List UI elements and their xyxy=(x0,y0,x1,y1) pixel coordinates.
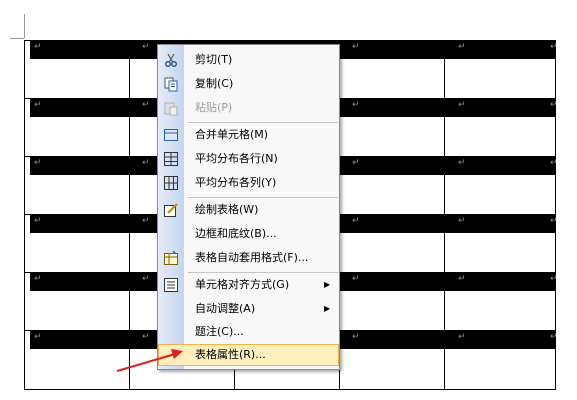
annotation-arrow xyxy=(116,349,183,372)
